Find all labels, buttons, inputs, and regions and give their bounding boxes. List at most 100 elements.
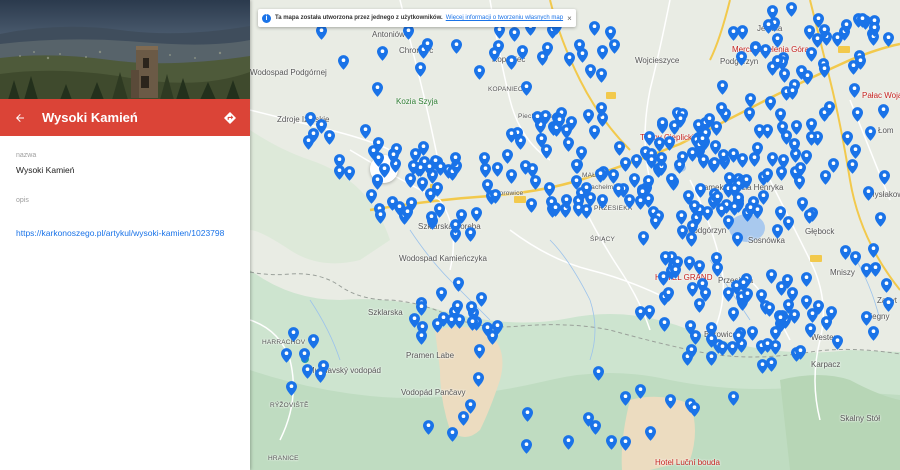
map-marker-icon[interactable]: [595, 68, 607, 83]
map-marker-icon[interactable]: [824, 101, 835, 116]
map-marker-icon[interactable]: [388, 148, 400, 164]
map-marker-icon[interactable]: [650, 215, 662, 231]
map-marker-icon[interactable]: [315, 368, 327, 383]
map-marker-icon[interactable]: [582, 109, 594, 124]
map-marker-icon[interactable]: [458, 410, 470, 426]
map-marker-icon[interactable]: [371, 81, 383, 97]
map-marker-icon[interactable]: [620, 391, 632, 406]
map-marker-icon[interactable]: [685, 344, 697, 359]
map-marker-icon[interactable]: [467, 315, 479, 331]
map-marker-icon[interactable]: [856, 12, 868, 28]
map-marker-icon[interactable]: [759, 44, 771, 59]
map-marker-icon[interactable]: [674, 113, 686, 129]
map-marker-icon[interactable]: [490, 188, 502, 204]
map-marker-icon[interactable]: [697, 153, 709, 169]
map-marker-icon[interactable]: [765, 95, 777, 111]
map-marker-icon[interactable]: [359, 124, 371, 139]
map-marker-icon[interactable]: [550, 201, 561, 217]
map-marker-icon[interactable]: [788, 137, 800, 153]
map-marker-icon[interactable]: [754, 123, 765, 139]
map-marker-icon[interactable]: [867, 242, 879, 258]
map-marker-icon[interactable]: [687, 282, 699, 297]
map-marker-icon[interactable]: [733, 330, 745, 345]
map-marker-icon[interactable]: [774, 108, 786, 124]
map-marker-icon[interactable]: [684, 320, 696, 335]
map-marker-icon[interactable]: [852, 107, 864, 123]
map-marker-icon[interactable]: [584, 63, 596, 79]
map-marker-icon[interactable]: [435, 286, 447, 302]
map-marker-icon[interactable]: [882, 32, 894, 48]
map-marker-icon[interactable]: [566, 115, 578, 131]
map-marker-icon[interactable]: [715, 102, 727, 118]
map-marker-icon[interactable]: [302, 364, 314, 380]
map-marker-icon[interactable]: [286, 381, 298, 397]
map-marker-icon[interactable]: [693, 260, 705, 276]
map-marker-icon[interactable]: [786, 2, 798, 18]
map-marker-icon[interactable]: [771, 223, 783, 239]
map-marker-icon[interactable]: [491, 162, 503, 178]
map-marker-icon[interactable]: [874, 211, 886, 227]
map-marker-icon[interactable]: [372, 136, 384, 152]
map-marker-icon[interactable]: [656, 117, 668, 133]
map-marker-icon[interactable]: [573, 202, 584, 217]
map-marker-icon[interactable]: [377, 45, 389, 61]
map-marker-icon[interactable]: [505, 128, 517, 144]
map-marker-icon[interactable]: [426, 210, 438, 226]
map-marker-icon[interactable]: [766, 269, 778, 285]
map-marker-icon[interactable]: [589, 21, 601, 36]
directions-button[interactable]: [210, 99, 250, 136]
map-marker-icon[interactable]: [502, 149, 514, 165]
map-marker-icon[interactable]: [688, 401, 700, 417]
map-marker-icon[interactable]: [675, 209, 687, 225]
map-marker-icon[interactable]: [706, 333, 718, 348]
map-marker-icon[interactable]: [516, 45, 528, 61]
map-marker-icon[interactable]: [761, 168, 773, 184]
map-marker-icon[interactable]: [788, 309, 800, 325]
map-marker-icon[interactable]: [634, 305, 646, 321]
map-marker-icon[interactable]: [338, 54, 350, 70]
map-marker-icon[interactable]: [694, 297, 706, 313]
map-marker-icon[interactable]: [588, 125, 600, 141]
map-marker-icon[interactable]: [475, 292, 487, 308]
map-marker-icon[interactable]: [408, 159, 420, 175]
map-marker-icon[interactable]: [561, 193, 572, 209]
map-marker-icon[interactable]: [655, 151, 667, 167]
map-marker-icon[interactable]: [806, 46, 818, 62]
map-marker-icon[interactable]: [402, 25, 414, 40]
map-marker-icon[interactable]: [732, 232, 744, 248]
map-marker-icon[interactable]: [521, 81, 533, 97]
map-marker-icon[interactable]: [697, 133, 709, 148]
map-marker-icon[interactable]: [658, 317, 670, 332]
map-marker-icon[interactable]: [281, 347, 293, 363]
map-marker-icon[interactable]: [307, 128, 319, 144]
map-marker-icon[interactable]: [473, 371, 485, 387]
map-marker-icon[interactable]: [576, 145, 588, 161]
map-marker-icon[interactable]: [772, 33, 784, 48]
map-marker-icon[interactable]: [431, 318, 443, 334]
map-marker-icon[interactable]: [763, 19, 775, 35]
map-marker-icon[interactable]: [767, 151, 779, 167]
map-marker-icon[interactable]: [703, 112, 715, 128]
map-marker-icon[interactable]: [787, 84, 799, 100]
map-marker-icon[interactable]: [479, 163, 491, 179]
map-marker-icon[interactable]: [563, 52, 575, 67]
map-marker-icon[interactable]: [449, 219, 461, 235]
map-marker-icon[interactable]: [431, 181, 443, 197]
map-marker-icon[interactable]: [596, 45, 608, 61]
map-marker-icon[interactable]: [606, 434, 617, 450]
map-marker-icon[interactable]: [596, 193, 608, 209]
map-marker-icon[interactable]: [820, 170, 831, 185]
map-marker-icon[interactable]: [819, 63, 830, 79]
map-marker-icon[interactable]: [454, 314, 466, 329]
map-marker-icon[interactable]: [697, 278, 709, 293]
map-marker-icon[interactable]: [850, 143, 862, 159]
map-marker-icon[interactable]: [790, 120, 802, 135]
map-marker-icon[interactable]: [763, 302, 775, 318]
map-marker-icon[interactable]: [525, 198, 537, 213]
map-marker-icon[interactable]: [541, 42, 553, 58]
map-marker-icon[interactable]: [576, 48, 588, 63]
map-marker-icon[interactable]: [473, 65, 485, 81]
map-marker-icon[interactable]: [870, 262, 881, 277]
map-marker-icon[interactable]: [522, 406, 534, 422]
map-marker-icon[interactable]: [620, 435, 632, 451]
